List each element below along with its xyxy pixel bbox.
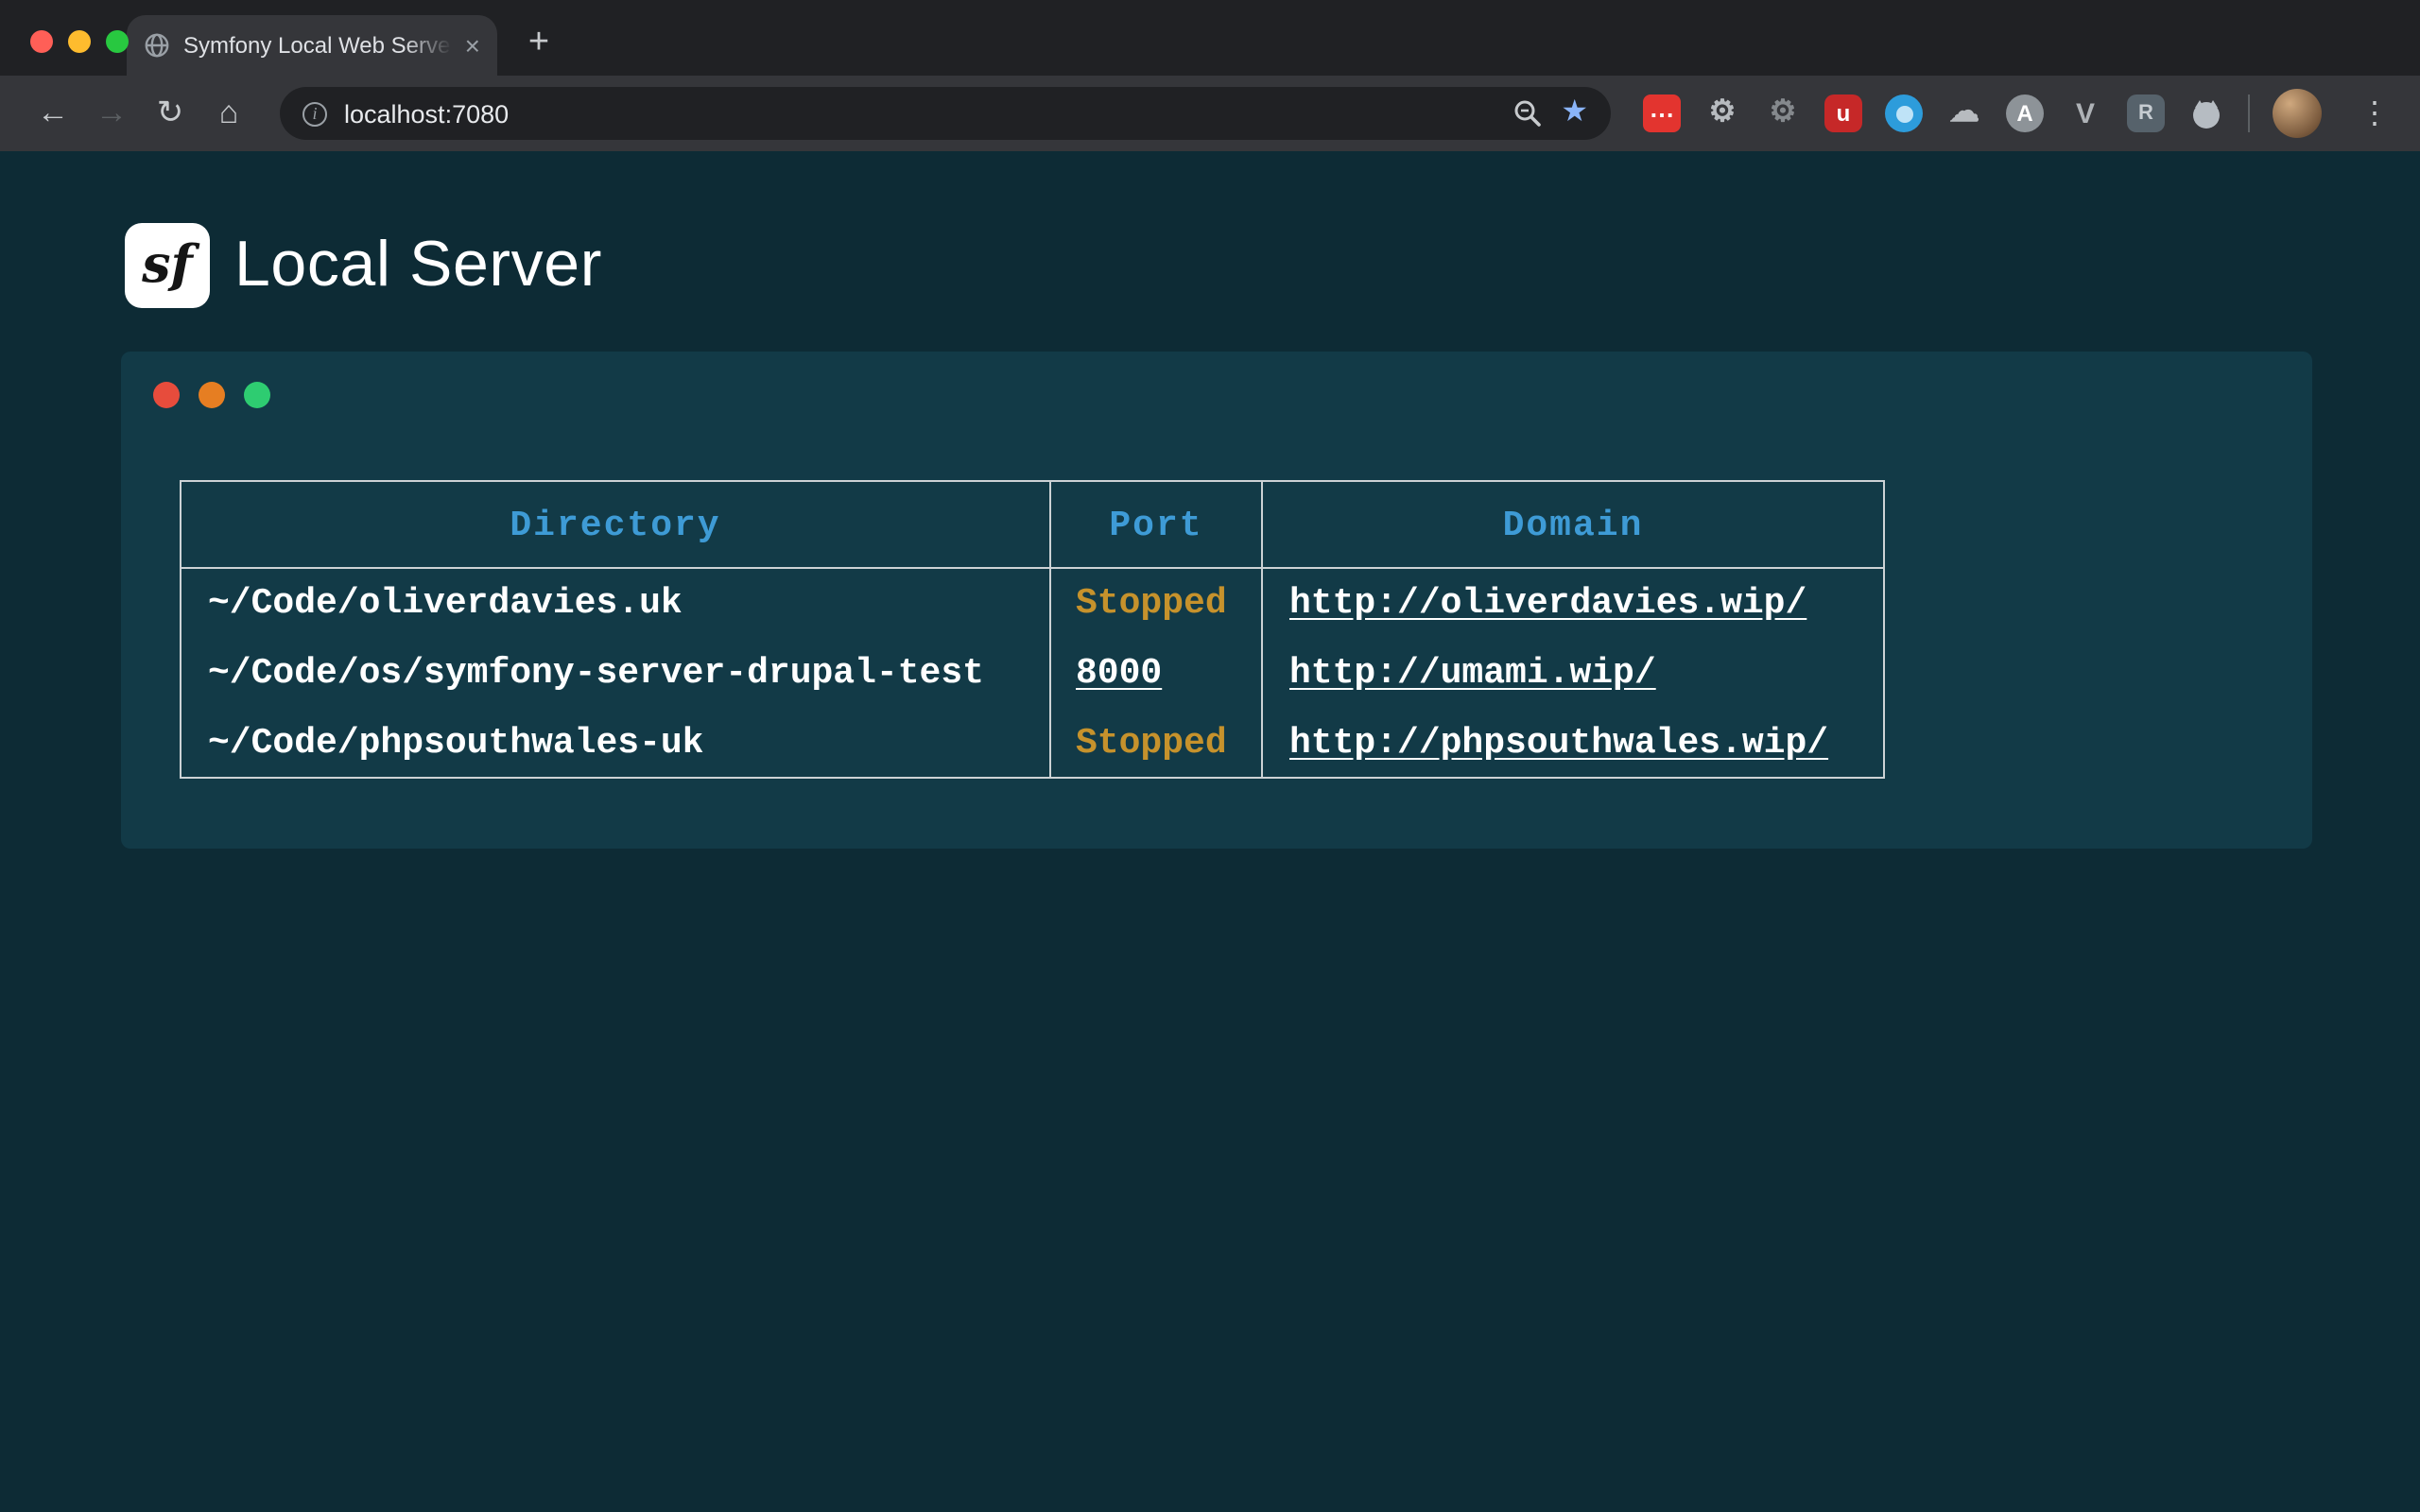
back-button[interactable]: ← [26, 87, 79, 140]
globe-favicon-icon [144, 32, 170, 59]
extension-slate-icon[interactable]: R [2127, 94, 2165, 132]
extension-cloud-icon[interactable]: ☁ [1945, 94, 1983, 132]
directory-column-header: Directory [181, 481, 1050, 568]
site-info-icon[interactable]: i [302, 101, 327, 126]
extension-blue-circle-icon[interactable] [1885, 94, 1923, 132]
table-row: ~/Code/os/symfony-server-drupal-test 800… [181, 638, 1884, 708]
domain-link[interactable]: http://umami.wip/ [1289, 652, 1656, 694]
browser-toolbar: ← → ↻ ⌂ i localhost:7080 ★ ⋯ ⚙ ⚙ u [0, 76, 2420, 151]
servers-table-wrap: Directory Port Domain ~/Code/oliverdavie… [180, 480, 2312, 779]
domain-link[interactable]: http://phpsouthwales.wip/ [1289, 722, 1828, 764]
browser-tab[interactable]: Symfony Local Web Server: Prox × [127, 15, 497, 76]
extension-dark-gear-icon[interactable]: ⚙ [1764, 94, 1802, 132]
url-text[interactable]: localhost:7080 [344, 99, 1495, 128]
directory-cell: ~/Code/oliverdavies.uk [181, 568, 1050, 638]
port-link[interactable]: 8000 [1076, 652, 1162, 694]
domain-column-header: Domain [1262, 481, 1884, 568]
table-row: ~/Code/phpsouthwales-uk Stopped http://p… [181, 708, 1884, 778]
panel-traffic-dots [151, 382, 2312, 408]
new-tab-button[interactable]: + [512, 17, 565, 70]
extension-letter-a-icon[interactable]: A [2006, 94, 2044, 132]
server-panel: Directory Port Domain ~/Code/oliverdavie… [121, 352, 2312, 849]
tab-strip: Symfony Local Web Server: Prox × + [0, 0, 2420, 76]
servers-table: Directory Port Domain ~/Code/oliverdavie… [180, 480, 1885, 779]
table-row: ~/Code/oliverdavies.uk Stopped http://ol… [181, 568, 1884, 638]
macos-traffic-lights [30, 30, 129, 53]
domain-link[interactable]: http://oliverdavies.wip/ [1289, 583, 1806, 625]
panel-red-dot [153, 382, 180, 408]
omnibox-actions: ★ [1512, 98, 1588, 129]
table-header-row: Directory Port Domain [181, 481, 1884, 568]
forward-button[interactable]: → [85, 87, 138, 140]
symfony-logo: sf [125, 223, 210, 308]
panel-green-dot [244, 382, 270, 408]
extension-gear-icon[interactable]: ⚙ [1703, 94, 1741, 132]
bookmark-star-icon[interactable]: ★ [1561, 98, 1588, 129]
brand-header: sf Local Server [125, 223, 2420, 308]
directory-cell: ~/Code/phpsouthwales-uk [181, 708, 1050, 778]
page-title: Local Server [234, 229, 602, 302]
home-button[interactable]: ⌂ [202, 87, 255, 140]
page-content: sf Local Server Directory Port [0, 151, 2420, 1512]
panel-orange-dot [199, 382, 225, 408]
toolbar-separator [2248, 94, 2250, 132]
extensions-area: ⋯ ⚙ ⚙ u ☁ A V R ⋮ [1635, 89, 2397, 138]
tab-title: Symfony Local Web Server: Prox [183, 32, 452, 59]
directory-cell: ~/Code/os/symfony-server-drupal-test [181, 638, 1050, 708]
profile-avatar[interactable] [2273, 89, 2322, 138]
extension-letter-v-icon[interactable]: V [2066, 94, 2104, 132]
window-minimize-button[interactable] [68, 30, 91, 53]
browser-menu-icon[interactable]: ⋮ [2344, 94, 2397, 132]
status-badge: Stopped [1076, 722, 1227, 764]
zoom-icon[interactable] [1512, 98, 1542, 129]
extension-red-dots-icon[interactable]: ⋯ [1643, 94, 1681, 132]
browser-window: Symfony Local Web Server: Prox × + ← → ↻… [0, 0, 2420, 1512]
reload-button[interactable]: ↻ [144, 87, 197, 140]
extension-ublock-icon[interactable]: u [1824, 94, 1862, 132]
address-bar[interactable]: i localhost:7080 ★ [280, 87, 1611, 140]
port-column-header: Port [1050, 481, 1262, 568]
extension-github-octocat-icon[interactable] [2187, 94, 2225, 132]
window-close-button[interactable] [30, 30, 53, 53]
status-badge: Stopped [1076, 583, 1227, 625]
tab-close-icon[interactable]: × [465, 32, 480, 59]
window-fullscreen-button[interactable] [106, 30, 129, 53]
